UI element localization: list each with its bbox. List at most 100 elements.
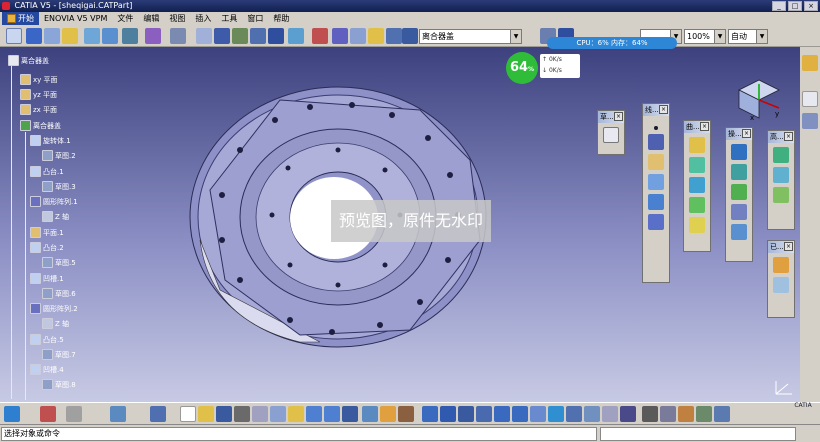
palette-sketch[interactable]: 草... ×	[597, 110, 625, 155]
tree-feature[interactable]: 草图.7	[42, 349, 76, 360]
tree-feature[interactable]: 凸台.1	[30, 166, 64, 177]
tree-root[interactable]: 离合器盖	[8, 55, 49, 66]
fill-icon[interactable]	[689, 197, 705, 213]
tree-feature[interactable]: 凹槽.1	[30, 273, 64, 284]
close-button[interactable]: ×	[804, 1, 818, 11]
cut-icon[interactable]	[252, 406, 268, 422]
pan-icon[interactable]	[458, 406, 474, 422]
iso-view-icon[interactable]	[566, 406, 582, 422]
tree-plane-zx[interactable]: zx 平面	[20, 104, 57, 115]
print-icon[interactable]	[234, 406, 250, 422]
catalog-icon[interactable]	[380, 406, 396, 422]
palette-advanced[interactable]: 高... ×	[767, 130, 795, 230]
mode-combo[interactable]: 自动 ▼	[728, 29, 768, 44]
close-icon[interactable]: ×	[659, 105, 668, 114]
sketch-icon[interactable]	[6, 28, 22, 44]
plane-icon[interactable]	[250, 28, 266, 44]
fly-icon[interactable]	[422, 406, 438, 422]
line-icon[interactable]	[350, 28, 366, 44]
menu-edit[interactable]: 编辑	[138, 12, 164, 25]
instance-icon[interactable]	[773, 277, 789, 293]
save-icon[interactable]	[216, 406, 232, 422]
transform-icon[interactable]	[731, 224, 747, 240]
shaft-icon[interactable]	[122, 28, 138, 44]
tree-feature[interactable]: 草图.2	[42, 150, 76, 161]
fillet-icon[interactable]	[170, 28, 186, 44]
intersection-icon[interactable]	[648, 194, 664, 210]
zoom-in-icon[interactable]	[494, 406, 510, 422]
tool-icon[interactable]	[696, 406, 712, 422]
zoom-out-icon[interactable]	[512, 406, 528, 422]
tree-feature[interactable]: 凸台.2	[30, 242, 64, 253]
select-icon[interactable]	[802, 91, 818, 107]
dimension-icon[interactable]	[40, 406, 56, 422]
body-icon[interactable]	[402, 28, 418, 44]
tree-feature[interactable]: 圆形阵列.1	[30, 196, 78, 207]
tree-feature[interactable]: 草图.5	[42, 257, 76, 268]
tree-body[interactable]: 离合器盖	[20, 120, 61, 131]
help-icon[interactable]	[342, 406, 358, 422]
extrude-icon[interactable]	[689, 137, 705, 153]
redo-icon[interactable]	[324, 406, 340, 422]
tree-feature[interactable]: 凸台.5	[30, 334, 64, 345]
fit-all-icon[interactable]	[440, 406, 456, 422]
sweep-icon[interactable]	[689, 177, 705, 193]
loft-icon[interactable]	[689, 217, 705, 233]
knowledge-icon[interactable]	[714, 406, 730, 422]
settings-icon[interactable]	[660, 406, 676, 422]
menu-enovia[interactable]: ENOVIA V5 VPM	[39, 12, 112, 25]
menu-file[interactable]: 文件	[112, 12, 138, 25]
new-icon[interactable]	[180, 406, 196, 422]
spiral-icon[interactable]	[214, 28, 230, 44]
develop-icon[interactable]	[773, 187, 789, 203]
tree-feature[interactable]: 草图.3	[42, 181, 76, 192]
revolve-icon[interactable]	[689, 157, 705, 173]
macro-icon[interactable]	[678, 406, 694, 422]
close-icon[interactable]: ×	[614, 112, 623, 121]
circle-icon[interactable]	[648, 214, 664, 230]
copy-icon[interactable]	[270, 406, 286, 422]
paste-icon[interactable]	[288, 406, 304, 422]
command-input[interactable]	[600, 427, 796, 441]
menu-window[interactable]: 窗口	[242, 12, 268, 25]
scan-icon[interactable]	[362, 406, 378, 422]
normal-view-icon[interactable]	[530, 406, 546, 422]
pocket-icon[interactable]	[102, 28, 118, 44]
close-icon[interactable]: ×	[784, 242, 793, 251]
pattern-icon[interactable]	[773, 257, 789, 273]
analysis-icon[interactable]	[150, 406, 166, 422]
menu-insert[interactable]: 插入	[190, 12, 216, 25]
menu-start[interactable]: 开始	[2, 12, 39, 25]
menu-tools[interactable]: 工具	[216, 12, 242, 25]
palette-operations[interactable]: 操... ×	[725, 127, 753, 262]
tree-feature[interactable]: Z 轴	[42, 211, 69, 222]
tree-feature[interactable]: 草图.6	[42, 288, 76, 299]
line-icon[interactable]	[648, 134, 664, 150]
rotate-icon[interactable]	[196, 28, 212, 44]
tree-feature[interactable]: 圆形阵列.2	[30, 303, 78, 314]
tree-feature[interactable]: Z 轴	[42, 318, 69, 329]
tree-plane-xy[interactable]: xy 平面	[20, 74, 58, 85]
maximize-button[interactable]: □	[788, 1, 802, 11]
point-icon[interactable]	[654, 126, 658, 130]
snap-icon[interactable]	[288, 28, 304, 44]
close-icon[interactable]: ×	[700, 122, 709, 131]
hide-show-icon[interactable]	[602, 406, 618, 422]
swap-space-icon[interactable]	[620, 406, 636, 422]
join-icon[interactable]	[731, 144, 747, 160]
axis-icon[interactable]	[232, 28, 248, 44]
constraint-icon[interactable]	[4, 406, 20, 422]
palette-replication[interactable]: 已... ×	[767, 240, 795, 318]
multi-view-icon[interactable]	[548, 406, 564, 422]
menu-help[interactable]: 帮助	[268, 12, 294, 25]
pad-icon[interactable]	[84, 28, 100, 44]
tree-feature[interactable]: 凹槽.4	[30, 364, 64, 375]
material-icon[interactable]	[62, 28, 78, 44]
measure-icon[interactable]	[44, 28, 60, 44]
sketch-icon[interactable]	[603, 127, 619, 143]
shading-icon[interactable]	[584, 406, 600, 422]
open-icon[interactable]	[198, 406, 214, 422]
zoom-combo[interactable]: 100% ▼	[684, 29, 726, 44]
options-icon[interactable]	[642, 406, 658, 422]
trim-icon[interactable]	[731, 184, 747, 200]
